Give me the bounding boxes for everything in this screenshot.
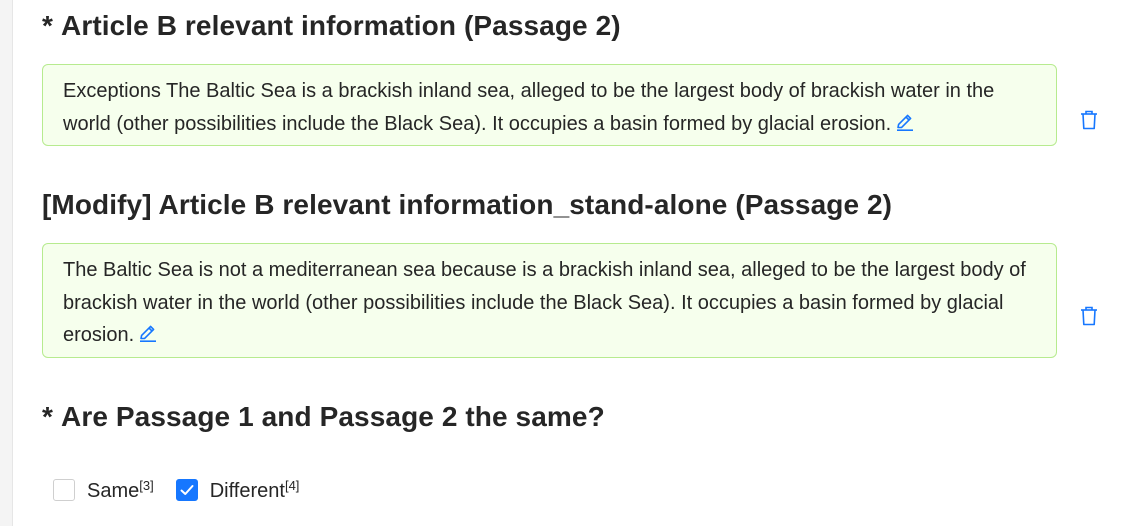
section-2-title: [Modify] Article B relevant information_… (42, 189, 893, 220)
section-1-title: Article B relevant information (Passage … (61, 10, 621, 41)
pencil-edit-icon[interactable] (895, 112, 915, 132)
option-different-text: Different (209, 479, 285, 502)
pencil-edit-icon[interactable] (138, 323, 158, 343)
option-same-text: Same (87, 479, 140, 502)
section-1-heading: * Article B relevant information (Passage… (42, 10, 621, 42)
option-different-ref: [4] (284, 477, 300, 493)
trash-delete-icon[interactable] (1078, 109, 1100, 131)
form-card: * Article B relevant information (Passage… (12, 0, 1132, 526)
option-same-label: Same[3] (87, 478, 154, 503)
passage-1-text: Exceptions The Baltic Sea is a brackish … (63, 80, 995, 135)
different-checkbox[interactable] (175, 479, 198, 501)
question-heading: * Are Passage 1 and Passage 2 the same? (42, 401, 605, 433)
option-different[interactable]: Different[4] (175, 478, 300, 503)
checkmark-icon (180, 485, 194, 495)
passage-box-2: The Baltic Sea is not a mediterranean se… (42, 243, 1057, 358)
option-same-ref: [3] (139, 477, 154, 493)
passage-2-text: The Baltic Sea is not a mediterranean se… (63, 259, 1026, 346)
answer-options: Same[3] Different[4] (53, 476, 321, 504)
same-checkbox[interactable] (53, 479, 75, 501)
required-mark: * (42, 401, 53, 432)
section-2-heading: [Modify] Article B relevant information_… (42, 189, 892, 221)
required-mark: * (42, 10, 53, 41)
option-different-label: Different[4] (210, 478, 300, 503)
question-title: Are Passage 1 and Passage 2 the same? (61, 401, 605, 432)
passage-box-1: Exceptions The Baltic Sea is a brackish … (42, 64, 1057, 146)
option-same[interactable]: Same[3] (53, 478, 154, 503)
trash-delete-icon[interactable] (1078, 305, 1100, 327)
